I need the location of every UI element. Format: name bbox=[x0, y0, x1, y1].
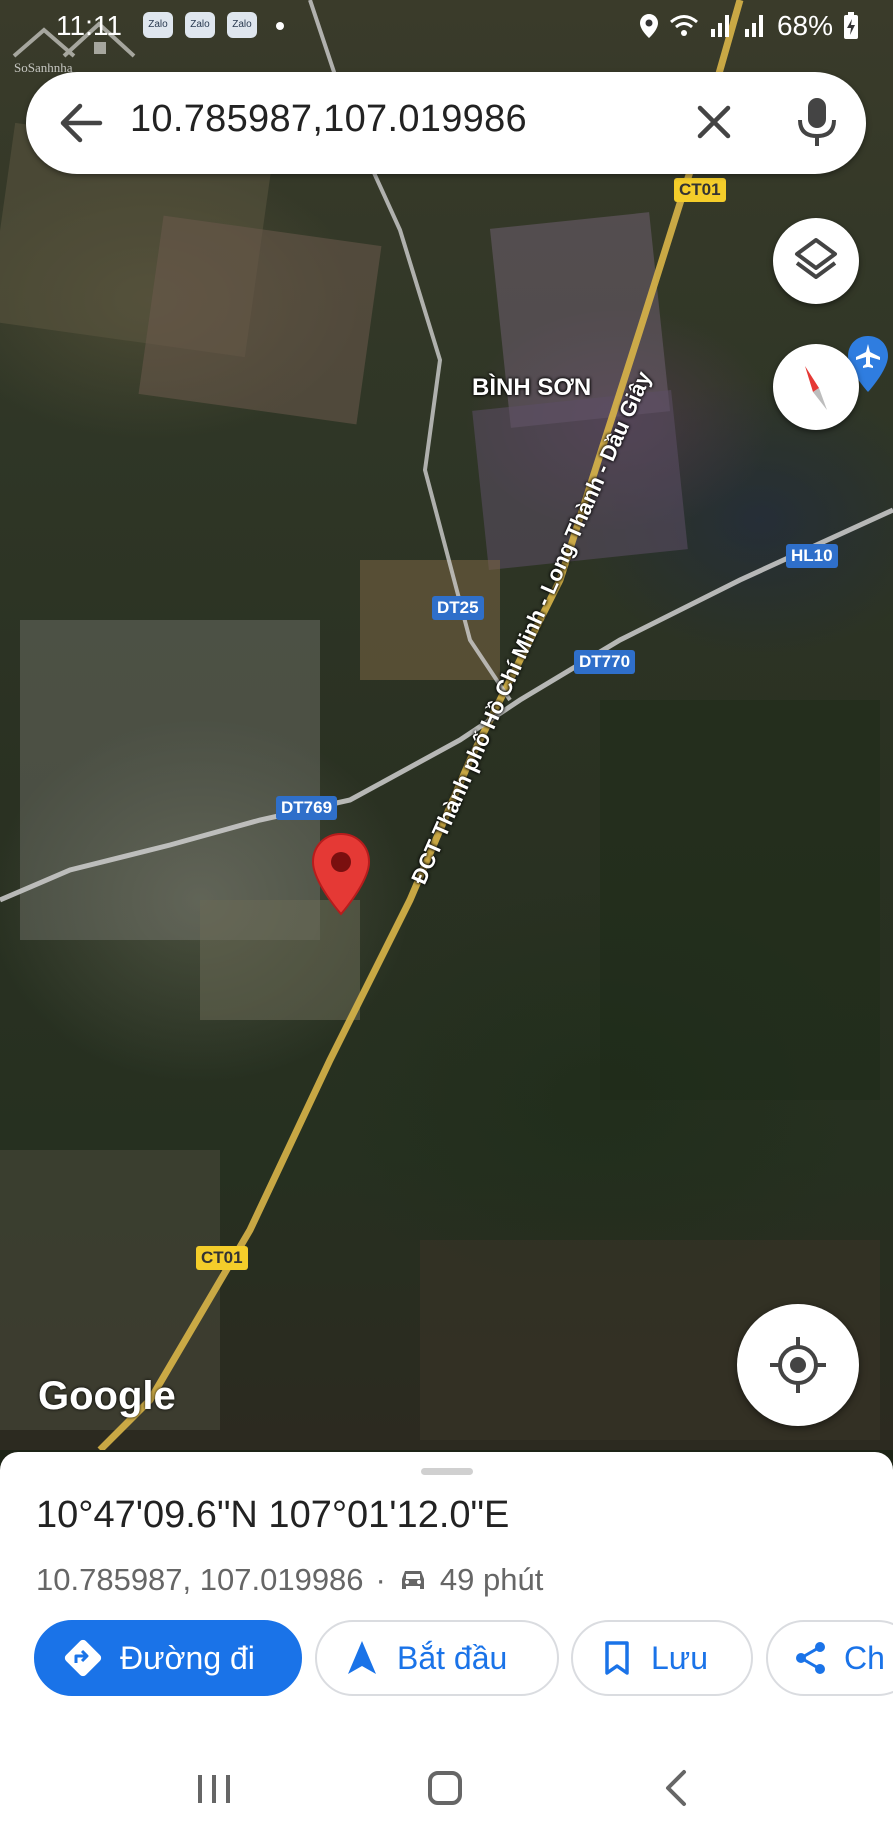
share-button[interactable]: Ch bbox=[766, 1620, 893, 1696]
recent-apps-icon[interactable] bbox=[196, 1773, 232, 1805]
separator-dot: · bbox=[375, 1562, 386, 1597]
bookmark-icon bbox=[605, 1641, 629, 1675]
ct01-expressway bbox=[97, 0, 744, 1450]
directions-button[interactable]: Đường đi bbox=[34, 1620, 302, 1696]
dt769-shield[interactable]: DT769 bbox=[276, 796, 338, 820]
drag-handle[interactable] bbox=[421, 1468, 473, 1475]
share-label: Ch bbox=[844, 1639, 885, 1676]
back-icon[interactable] bbox=[664, 1769, 688, 1807]
start-label: Bắt đầu bbox=[397, 1639, 508, 1676]
directions-icon bbox=[64, 1639, 102, 1677]
coordinates-dms: 10°47'09.6"N 107°01'12.0"E bbox=[36, 1494, 510, 1536]
save-label: Lưu bbox=[651, 1639, 709, 1676]
wifi-icon bbox=[669, 15, 698, 36]
place-label-binh-son[interactable]: BÌNH SƠN bbox=[472, 374, 591, 402]
search-bar[interactable]: 10.785987,107.019986 bbox=[26, 72, 866, 174]
layers-icon bbox=[795, 238, 837, 279]
zalo-notification-icon: Zalo bbox=[143, 12, 173, 38]
navigation-arrow-icon bbox=[348, 1641, 376, 1674]
dt25-shield[interactable]: DT25 bbox=[432, 596, 484, 620]
signal-icon bbox=[744, 15, 763, 37]
clear-icon[interactable] bbox=[686, 94, 742, 150]
back-arrow-icon[interactable] bbox=[56, 96, 106, 150]
zalo-notification-icon: Zalo bbox=[227, 12, 257, 38]
crosshair-icon bbox=[770, 1337, 826, 1393]
battery-percent: 68% bbox=[776, 10, 833, 41]
car-icon bbox=[401, 1571, 424, 1589]
ct01-shield-bottom[interactable]: CT01 bbox=[196, 1246, 248, 1270]
coordinates-subtitle: 10.785987, 107.019986 · 49 phút bbox=[36, 1562, 543, 1598]
satellite-map[interactable]: CT01 CT01 DT25 DT770 HL10 DT769 BÌNH SƠN… bbox=[0, 0, 893, 1450]
signal-icon bbox=[710, 15, 729, 37]
hl10-shield[interactable]: HL10 bbox=[786, 544, 838, 568]
status-right: 68% bbox=[639, 10, 859, 42]
compass-icon bbox=[805, 366, 827, 410]
road-network bbox=[0, 0, 893, 1450]
save-button[interactable]: Lưu bbox=[571, 1620, 753, 1696]
battery-charging-icon bbox=[844, 12, 858, 39]
status-bar: 11:11 Zalo Zalo Zalo 68% bbox=[0, 0, 893, 56]
coordinates-decimal: 10.785987, 107.019986 bbox=[36, 1562, 364, 1597]
ct01-shield-top[interactable]: CT01 bbox=[674, 178, 726, 202]
location-status-icon bbox=[639, 14, 658, 38]
google-logo: Google bbox=[38, 1374, 176, 1418]
dt770-shield[interactable]: DT770 bbox=[574, 650, 636, 674]
directions-label: Đường đi bbox=[120, 1639, 255, 1676]
more-notifications-dot-icon bbox=[276, 22, 284, 30]
android-navigation-bar bbox=[0, 1735, 893, 1835]
my-location-button[interactable] bbox=[737, 1304, 859, 1426]
microphone-icon[interactable] bbox=[792, 94, 842, 150]
start-button[interactable]: Bắt đầu bbox=[315, 1620, 559, 1696]
zalo-notification-icon: Zalo bbox=[185, 12, 215, 38]
travel-time: 49 phút bbox=[439, 1562, 544, 1597]
status-time: 11:11 bbox=[56, 10, 122, 41]
share-icon bbox=[796, 1642, 825, 1674]
home-icon[interactable] bbox=[428, 1771, 462, 1805]
search-input[interactable]: 10.785987,107.019986 bbox=[130, 98, 527, 141]
compass-button[interactable] bbox=[773, 344, 859, 430]
layers-button[interactable] bbox=[773, 218, 859, 304]
location-pin-icon[interactable] bbox=[310, 832, 372, 916]
